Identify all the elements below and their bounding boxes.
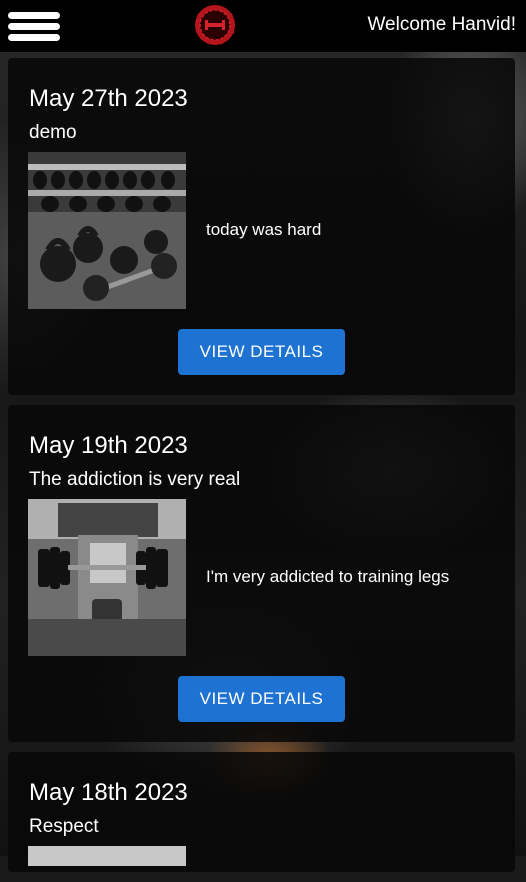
post-image <box>28 152 186 309</box>
post-image <box>28 846 186 866</box>
welcome-message: Welcome Hanvid! <box>367 14 516 35</box>
view-details-button[interactable]: VIEW DETAILS <box>178 329 345 375</box>
hamburger-menu-icon[interactable] <box>8 12 60 42</box>
post-title: demo <box>29 122 77 143</box>
post-image <box>28 499 186 656</box>
post-title: Respect <box>29 816 99 837</box>
leg-press-machine-photo <box>28 499 186 656</box>
post-card: May 19th 2023 The addiction is very real <box>8 405 515 742</box>
post-card: May 27th 2023 demo today was hard VIEW D… <box>8 58 515 395</box>
post-title: The addiction is very real <box>29 469 241 490</box>
view-details-button[interactable]: VIEW DETAILS <box>178 676 345 722</box>
gym-logo-icon[interactable] <box>190 2 240 48</box>
post-card: May 18th 2023 Respect <box>8 752 515 872</box>
post-description: today was hard <box>206 220 322 239</box>
post-date: May 19th 2023 <box>29 432 188 459</box>
top-navbar: Welcome Hanvid! <box>0 0 526 52</box>
post-date: May 18th 2023 <box>29 779 188 806</box>
post-date: May 27th 2023 <box>29 85 188 112</box>
post-description: I'm very addicted to training legs <box>206 567 450 586</box>
posts-feed: May 27th 2023 demo today was hard VIEW D… <box>0 58 526 882</box>
kettlebells-dumbbells-photo <box>28 152 186 309</box>
